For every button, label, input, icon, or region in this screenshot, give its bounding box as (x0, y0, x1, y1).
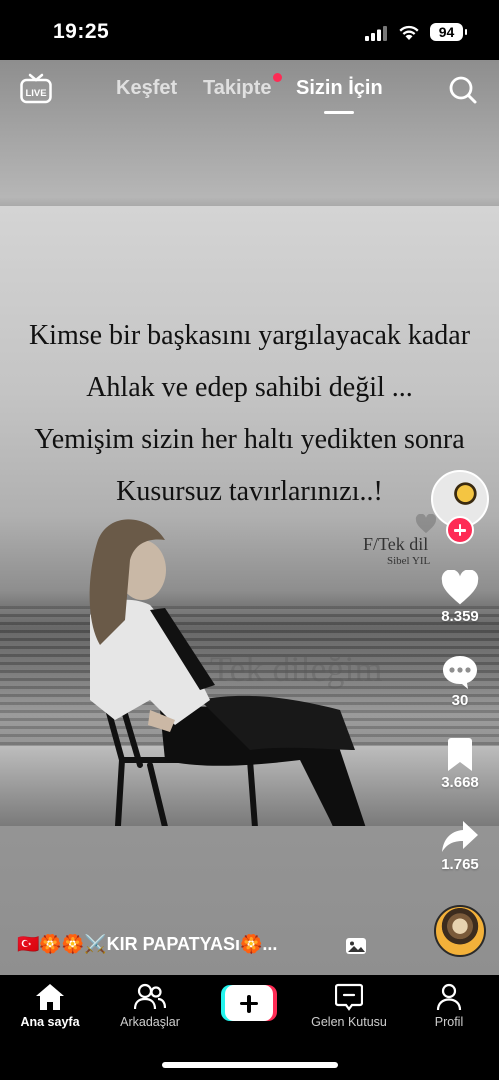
nav-home-label: Ana sayfa (20, 1015, 80, 1029)
nav-profile-label: Profil (434, 1015, 464, 1029)
quote-text: Kimse bir başkasını yargılayacak kadar A… (0, 310, 499, 518)
tab-takipte[interactable]: Takipte (203, 77, 272, 100)
live-icon[interactable]: LIVE (20, 72, 52, 104)
search-icon[interactable] (448, 75, 478, 105)
status-time: 19:25 (53, 20, 110, 43)
plus-icon-vertical (247, 994, 251, 1013)
create-button[interactable] (221, 985, 277, 1021)
share-button[interactable]: 1.765 (430, 820, 490, 873)
signal-icon (365, 26, 387, 41)
inbox-icon (335, 983, 363, 1011)
nav-profile[interactable]: Profil (404, 975, 494, 1029)
notification-dot (273, 73, 282, 82)
battery-indicator: 94 (430, 23, 467, 41)
quote-line: Yemişim sizin her haltı yedikten sonra (34, 424, 465, 455)
save-count: 3.668 (441, 774, 479, 791)
share-count: 1.765 (441, 856, 479, 873)
small-heart-icon (415, 514, 437, 534)
heart-icon (441, 570, 479, 605)
live-label: LIVE (25, 88, 46, 99)
quote-line: Kusursuz tavırlarınızı..! (116, 476, 383, 507)
comment-icon (443, 656, 477, 689)
music-disc[interactable] (434, 905, 486, 957)
wifi-icon (399, 25, 419, 40)
watermark: Tek dileğim (210, 649, 383, 689)
nav-inbox[interactable]: Gelen Kutusu (304, 975, 394, 1029)
quote-line: Ahlak ve edep sahibi değil ... (86, 372, 413, 403)
tab-kesfet[interactable]: Keşfet (116, 77, 177, 100)
signature-main: F/Tek dil (363, 534, 429, 554)
status-bar: 19:25 94 (0, 0, 499, 60)
nav-friends[interactable]: Arkadaşlar (105, 975, 195, 1029)
bookmark-icon (448, 738, 472, 771)
active-tab-indicator (324, 111, 354, 114)
tab-sizin-icin[interactable]: Sizin İçin (296, 77, 383, 100)
follow-button[interactable] (446, 516, 474, 544)
video-caption[interactable]: 🇹🇷🏵️🏵️⚔️KIR PAPATYASı🏵️... (17, 934, 337, 955)
comment-button[interactable]: 30 (430, 654, 490, 709)
signature: F/Tek dil Sibel YIL (363, 534, 430, 567)
nav-inbox-label: Gelen Kutusu (311, 1015, 387, 1029)
home-indicator (162, 1062, 338, 1068)
comment-count: 30 (451, 692, 469, 709)
quote-line: Kimse bir başkasını yargılayacak kadar (28, 320, 471, 351)
nav-home[interactable]: Ana sayfa (5, 975, 95, 1029)
home-icon (36, 984, 64, 1010)
photo-icon (346, 938, 366, 954)
save-button[interactable]: 3.668 (430, 738, 490, 791)
signature-sub: Sibel YIL (387, 555, 431, 567)
share-icon (442, 821, 478, 852)
like-count: 8.359 (441, 608, 479, 625)
like-button[interactable]: 8.359 (430, 570, 490, 625)
friends-icon (134, 983, 166, 1010)
nav-friends-label: Arkadaşlar (120, 1015, 180, 1029)
profile-icon (436, 983, 462, 1011)
